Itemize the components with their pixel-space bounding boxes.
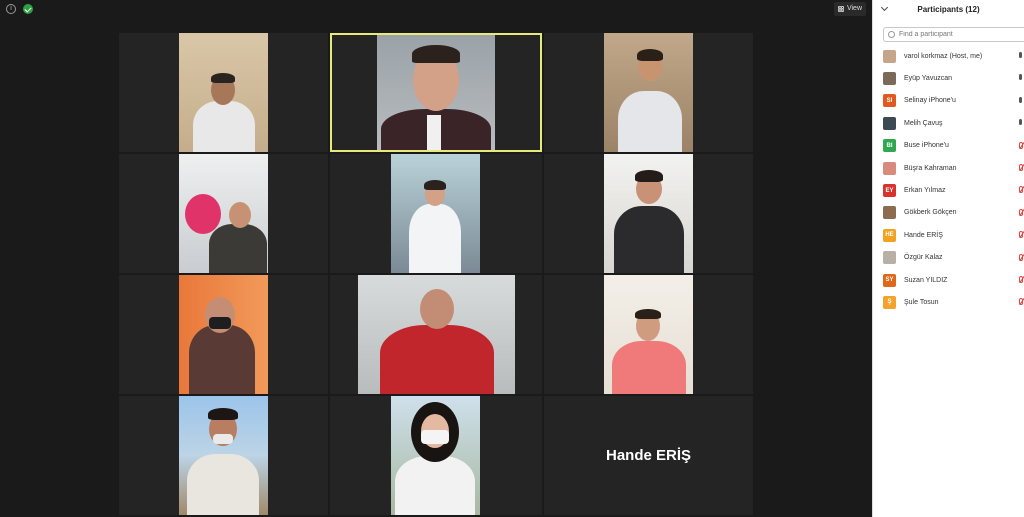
mic-muted-icon[interactable] xyxy=(1019,231,1023,239)
participant-name: Eyüp Yavuzcan xyxy=(904,75,952,83)
participant-video xyxy=(391,396,480,515)
security-shield-icon[interactable] xyxy=(23,4,33,14)
avatar: SY xyxy=(883,273,896,287)
video-tile[interactable] xyxy=(119,33,328,152)
participant-name: Buse iPhone'u xyxy=(904,142,949,150)
participant-name: Suzan YILDIZ xyxy=(904,276,948,284)
participant-row[interactable]: EY Erkan Yılmaz xyxy=(873,179,1024,201)
participant-video xyxy=(179,33,268,152)
participant-row[interactable]: Özgür Kalaz xyxy=(873,247,1024,269)
participant-row[interactable]: Melih Çavuş xyxy=(873,112,1024,134)
participant-row[interactable]: BI Buse iPhone'u xyxy=(873,135,1024,157)
participant-row[interactable]: SY Suzan YILDIZ xyxy=(873,269,1024,291)
grid-icon xyxy=(837,6,844,12)
avatar xyxy=(883,49,896,63)
avatar: HE xyxy=(883,228,896,242)
participant-search-input[interactable] xyxy=(899,31,1009,38)
video-tile[interactable] xyxy=(330,396,542,515)
avatar: Ş xyxy=(883,295,896,309)
video-tile[interactable] xyxy=(544,275,753,394)
participant-name: Özgür Kalaz xyxy=(904,254,943,262)
participant-name: Erkan Yılmaz xyxy=(904,187,946,195)
participant-video xyxy=(179,154,268,273)
participant-name: Hande ERİŞ xyxy=(904,231,943,239)
search-icon xyxy=(888,31,895,38)
participant-name: Büşra Kahraman xyxy=(904,164,957,172)
chevron-down-icon[interactable] xyxy=(880,3,889,12)
avatar xyxy=(883,161,896,175)
participant-row[interactable]: Büşra Kahraman xyxy=(873,157,1024,179)
avatar xyxy=(883,116,896,130)
mic-muted-icon[interactable] xyxy=(1019,275,1023,283)
participant-name: Melih Çavuş xyxy=(904,119,943,127)
video-tile[interactable] xyxy=(544,33,753,152)
mic-icon[interactable] xyxy=(1019,96,1022,103)
participant-video xyxy=(604,154,693,273)
mic-muted-icon[interactable] xyxy=(1019,298,1023,306)
mic-icon[interactable] xyxy=(1019,119,1022,126)
participant-list: varol korkmaz (Host, me) Eyüp Yavuzcan SI S… xyxy=(873,45,1024,314)
avatar xyxy=(883,72,896,86)
video-tile[interactable] xyxy=(330,275,542,394)
mic-muted-icon[interactable] xyxy=(1019,208,1023,216)
mic-muted-icon[interactable] xyxy=(1019,163,1023,171)
video-tile[interactable] xyxy=(330,154,542,273)
video-tile-no-video[interactable]: Hande ERİŞ xyxy=(544,396,753,515)
video-tile-active-speaker[interactable] xyxy=(330,33,542,152)
participant-row[interactable]: SI Selinay iPhone'u xyxy=(873,90,1024,112)
avatar: EY xyxy=(883,184,896,198)
participant-video xyxy=(604,275,693,394)
mic-icon[interactable] xyxy=(1019,74,1022,81)
participant-search-box[interactable] xyxy=(883,27,1024,42)
participant-row[interactable]: varol korkmaz (Host, me) xyxy=(873,45,1024,67)
avatar: SI xyxy=(883,94,896,108)
mic-muted-icon[interactable] xyxy=(1019,186,1023,194)
mic-muted-icon[interactable] xyxy=(1019,141,1023,149)
video-tile[interactable] xyxy=(119,396,328,515)
view-label: View xyxy=(846,5,862,12)
info-icon[interactable]: i xyxy=(6,4,16,14)
participant-row[interactable]: Eyüp Yavuzcan xyxy=(873,67,1024,89)
participant-video xyxy=(377,35,495,150)
participant-video xyxy=(358,275,515,394)
video-tile[interactable] xyxy=(119,275,328,394)
participant-video xyxy=(391,154,480,273)
participant-row[interactable]: HE Hande ERİŞ xyxy=(873,224,1024,246)
participant-row[interactable]: Ş Şule Tosun xyxy=(873,291,1024,313)
participant-video xyxy=(179,396,268,515)
participant-name: varol korkmaz (Host, me) xyxy=(904,52,983,60)
avatar xyxy=(883,206,896,220)
view-button[interactable]: View xyxy=(833,2,866,16)
participant-video xyxy=(604,33,693,152)
participant-video xyxy=(179,275,268,394)
avatar xyxy=(883,251,896,265)
mic-icon[interactable] xyxy=(1019,52,1022,58)
video-tile[interactable] xyxy=(119,154,328,273)
video-gallery: i View Hande ERİŞ xyxy=(0,0,872,517)
avatar: BI xyxy=(883,139,896,153)
participant-row[interactable]: Gökberk Gökçen xyxy=(873,202,1024,224)
participants-title: Participants (12) xyxy=(917,5,980,14)
participants-panel: Participants (12) varol korkmaz (Host, m… xyxy=(872,0,1024,517)
participant-name: Şule Tosun xyxy=(904,298,939,306)
participant-name: Gökberk Gökçen xyxy=(904,209,957,217)
participant-name-label: Hande ERİŞ xyxy=(605,447,692,464)
participant-name: Selinay iPhone'u xyxy=(904,97,956,105)
mic-muted-icon[interactable] xyxy=(1019,253,1023,261)
participants-header: Participants (12) xyxy=(873,0,1024,19)
video-tile[interactable] xyxy=(544,154,753,273)
